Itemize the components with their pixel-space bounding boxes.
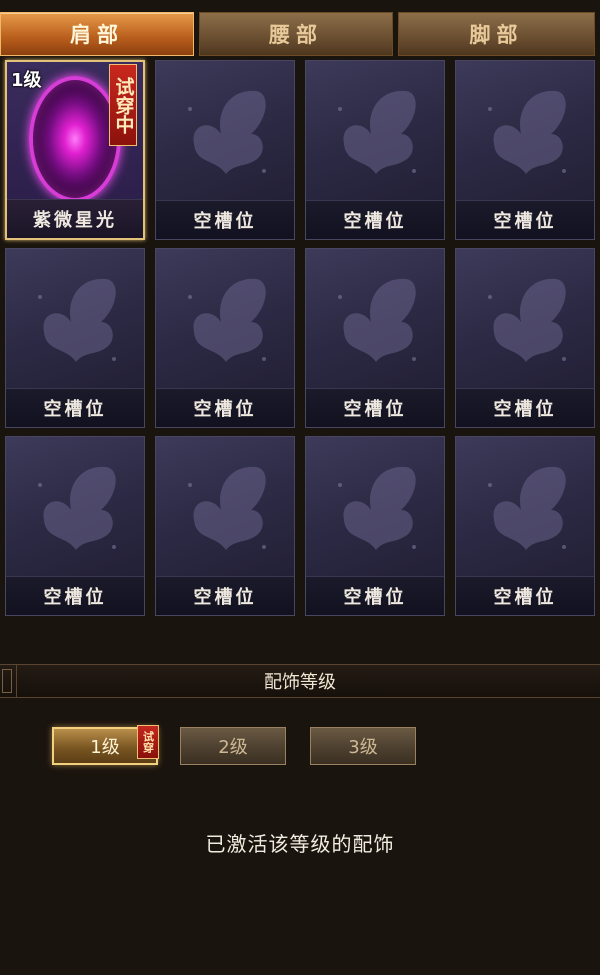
butterfly-icon <box>188 466 266 550</box>
empty-slot[interactable]: 空槽位 <box>5 436 145 616</box>
butterfly-icon <box>338 466 416 550</box>
empty-slot[interactable]: 空槽位 <box>455 248 595 428</box>
empty-slot[interactable]: 空槽位 <box>5 248 145 428</box>
empty-slot[interactable]: 空槽位 <box>155 436 295 616</box>
slot-name: 空槽位 <box>156 576 294 615</box>
slot-name: 空槽位 <box>306 388 444 427</box>
butterfly-icon <box>488 278 566 362</box>
tab-shoulder[interactable]: 肩部 <box>0 12 194 56</box>
butterfly-icon <box>188 90 266 174</box>
slot-name: 空槽位 <box>456 388 594 427</box>
slot-name: 空槽位 <box>306 576 444 615</box>
level-trial-badge: 试穿 <box>137 725 159 759</box>
part-tabs: 肩部 腰部 脚部 <box>0 12 600 58</box>
empty-slot[interactable]: 空槽位 <box>305 248 445 428</box>
butterfly-icon <box>38 466 116 550</box>
butterfly-icon <box>338 278 416 362</box>
slot-name: 空槽位 <box>6 576 144 615</box>
slot-name: 空槽位 <box>456 200 594 239</box>
header-ornament <box>2 669 12 693</box>
slot-name: 空槽位 <box>6 388 144 427</box>
empty-slot[interactable]: 空槽位 <box>155 248 295 428</box>
accessory-level-header: 配饰等级 <box>0 664 600 698</box>
butterfly-icon <box>338 90 416 174</box>
butterfly-icon <box>188 278 266 362</box>
activation-status-text: 已激活该等级的配饰 <box>205 832 395 856</box>
level-3-button[interactable]: 3级 <box>310 727 416 765</box>
slot-level-badge: 1级 <box>11 70 42 91</box>
empty-slot[interactable]: 空槽位 <box>305 60 445 240</box>
empty-slot[interactable]: 空槽位 <box>455 436 595 616</box>
slot-name: 空槽位 <box>156 200 294 239</box>
empty-slot[interactable]: 空槽位 <box>305 436 445 616</box>
tab-feet[interactable]: 脚部 <box>398 12 595 56</box>
empty-slot[interactable]: 空槽位 <box>455 60 595 240</box>
trial-wearing-badge: 试穿中 <box>109 64 137 146</box>
slot-name: 空槽位 <box>306 200 444 239</box>
butterfly-icon <box>488 90 566 174</box>
section-title: 配饰等级 <box>264 672 336 693</box>
empty-slot[interactable]: 空槽位 <box>155 60 295 240</box>
level-2-button[interactable]: 2级 <box>180 727 286 765</box>
slot-name: 空槽位 <box>156 388 294 427</box>
butterfly-icon <box>488 466 566 550</box>
slot-name: 紫微星光 <box>7 199 143 238</box>
slot-name: 空槽位 <box>456 576 594 615</box>
accessory-slot-equipped[interactable]: 1级 试穿中 紫微星光 <box>5 60 145 240</box>
purple-orb-icon <box>29 76 121 202</box>
tab-waist[interactable]: 腰部 <box>199 12 393 56</box>
butterfly-icon <box>38 278 116 362</box>
